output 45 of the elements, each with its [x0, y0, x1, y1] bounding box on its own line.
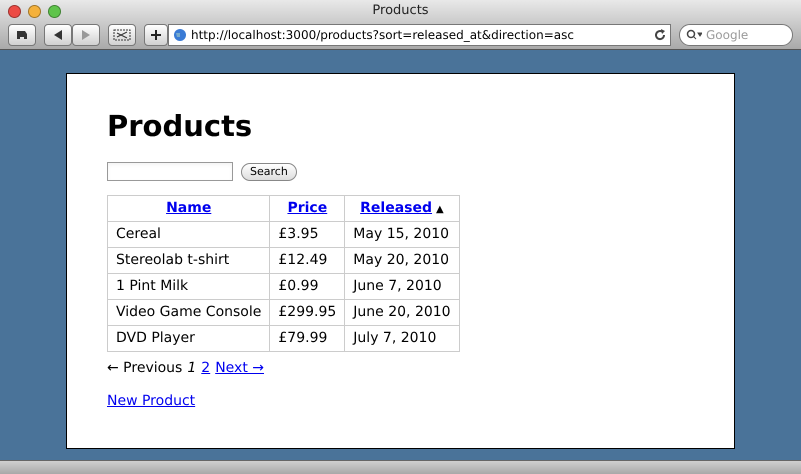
back-button[interactable] — [44, 24, 72, 46]
search-input[interactable] — [107, 162, 233, 181]
extension-button[interactable] — [8, 24, 36, 46]
table-cell: £3.95 — [270, 222, 345, 248]
table-cell: £0.99 — [270, 274, 345, 300]
table-cell: May 15, 2010 — [344, 222, 460, 248]
globe-icon — [173, 28, 187, 42]
table-cell: £299.95 — [270, 300, 345, 326]
reload-icon[interactable] — [654, 29, 666, 41]
sort-link[interactable]: Released — [360, 200, 432, 216]
search-button[interactable]: Search — [241, 162, 297, 180]
minimize-button[interactable] — [28, 4, 41, 18]
search-icon — [686, 29, 702, 41]
zoom-button[interactable] — [48, 4, 61, 18]
current-page: 1 — [187, 359, 196, 378]
close-button[interactable] — [8, 4, 21, 18]
url-text: http://localhost:3000/products?sort=released_at&direction=asc — [191, 27, 575, 44]
previous-disabled: ← Previous — [107, 359, 182, 378]
sort-indicator: ▲ — [436, 204, 444, 215]
table-cell: June 7, 2010 — [344, 274, 460, 300]
add-bookmark-button[interactable] — [144, 24, 168, 46]
sort-link[interactable]: Price — [287, 200, 328, 216]
back-icon — [54, 30, 62, 40]
snippet-button[interactable] — [108, 24, 136, 46]
table-cell: May 20, 2010 — [344, 248, 460, 274]
table-cell: £79.99 — [270, 326, 345, 352]
page-heading: Products — [107, 112, 254, 141]
page-link[interactable]: 2 — [201, 358, 210, 379]
table-cell: July 7, 2010 — [344, 326, 460, 352]
table-cell: June 20, 2010 — [344, 300, 460, 326]
forward-icon — [82, 30, 90, 40]
new-product-link[interactable]: New Product — [107, 391, 196, 412]
plus-icon — [151, 30, 161, 40]
forward-button[interactable] — [72, 24, 100, 46]
table-cell: Cereal — [108, 222, 270, 248]
table-cell: Stereolab t-shirt — [108, 248, 270, 274]
page-link[interactable]: Next → — [215, 358, 264, 379]
table-cell: Video Game Console — [108, 300, 270, 326]
search-placeholder: Google — [706, 27, 748, 44]
table-cell: 1 Pint Milk — [108, 274, 270, 300]
sort-link[interactable]: Name — [166, 200, 212, 216]
window-title: Products — [372, 2, 429, 20]
address-field[interactable]: http://localhost:3000/products?sort=released_at&direction=asc — [168, 24, 671, 46]
table-cell: DVD Player — [108, 326, 270, 352]
table-cell: £12.49 — [270, 248, 345, 274]
